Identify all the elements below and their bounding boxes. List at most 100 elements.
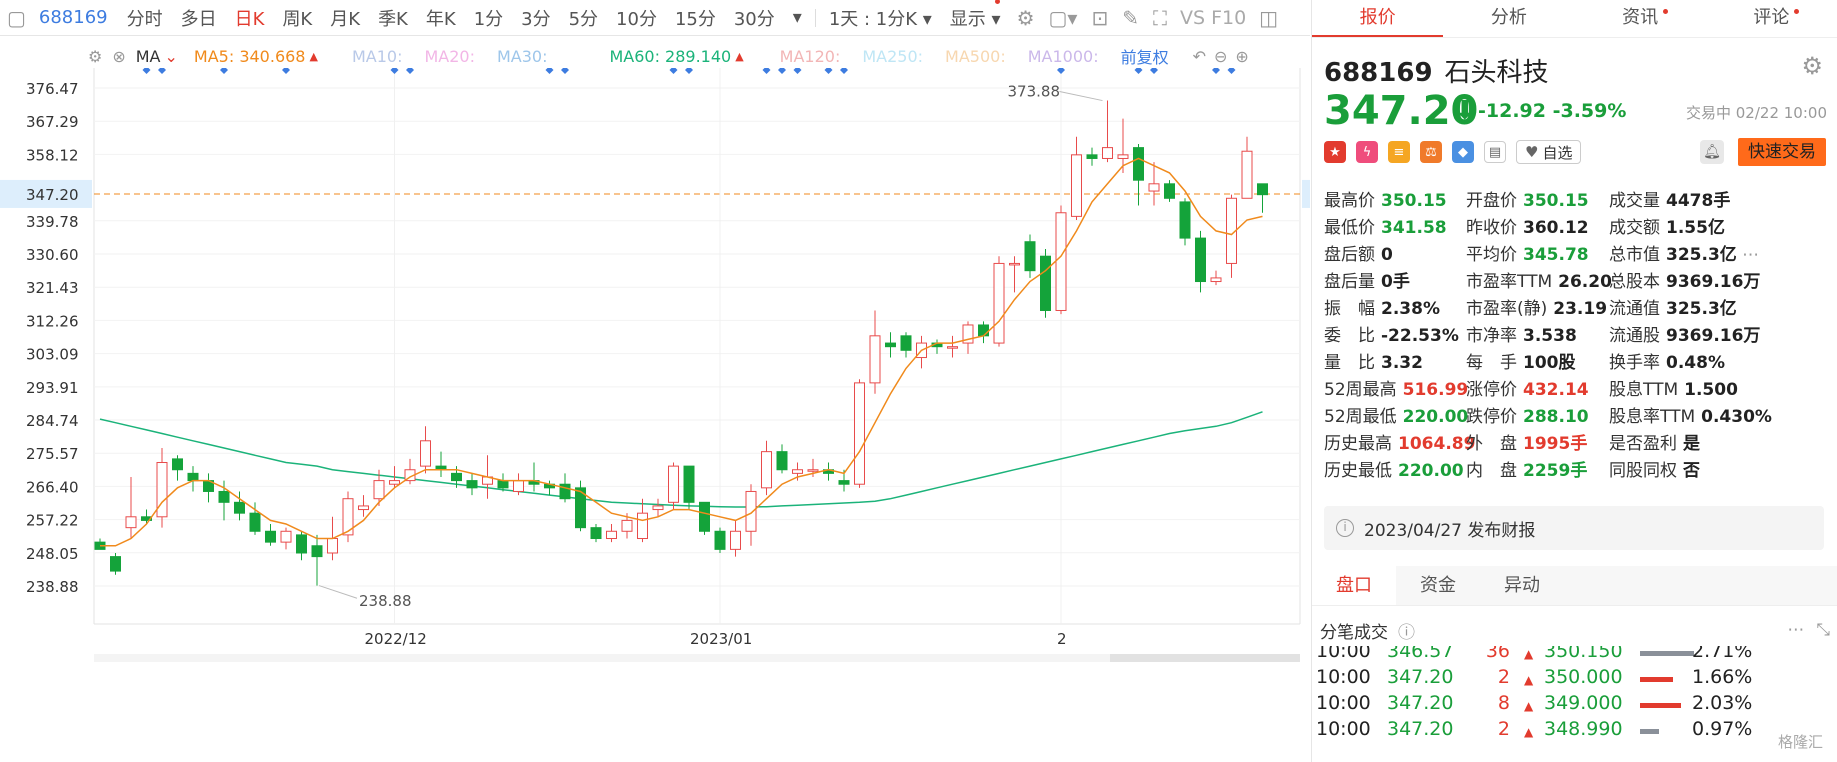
tab-alerts[interactable]: 异动 [1480,566,1564,605]
quick-trade-button[interactable]: 快速交易 [1738,138,1826,166]
stock-code-tab[interactable]: 688169 [33,7,118,28]
candle-body [249,512,261,532]
period-tab[interactable]: 周K [273,5,321,31]
ticks-title: 分笔成交 [1320,622,1388,643]
candle-body [869,335,881,384]
zoom-in-icon[interactable]: ⊕ [1235,47,1248,66]
period-tab[interactable]: 5分 [560,5,607,31]
period-tab[interactable]: 日K [226,5,274,31]
more-icon[interactable]: ⋯ [1787,620,1804,640]
adjust-button[interactable]: 前复权 [1121,44,1169,68]
ma-selector[interactable]: MA [136,47,161,66]
notify-dot [1794,9,1799,14]
candle-body [1040,255,1051,311]
candle-body [1195,237,1206,283]
quote-field: 总市值 325.3亿 ⋯ [1609,240,1759,265]
notify-dot [1662,9,1668,14]
display-menu[interactable]: 显示 ▾ [941,0,1010,31]
period-tab[interactable]: 月K [321,5,369,31]
candle-body [1241,150,1253,199]
candle-body [993,262,1005,344]
price-tag-right [1302,179,1310,208]
panel-toggle-icon[interactable]: ◫ [1252,6,1285,30]
chevron-down-icon[interactable]: ⌄ [165,47,178,66]
tick-row: 10:00 347.20 8 ▲ 349.000 2.03% [1312,692,1837,720]
field-value: 是 [1683,434,1700,454]
candle-body [373,480,385,500]
quote-field: 市盈率(静) 23.19 [1466,294,1607,319]
settings-icon[interactable]: ⚙ [1010,6,1042,30]
candle-body [621,519,633,532]
field-value: 220.00 [1402,407,1469,427]
field-label: 市盈率(静) [1466,299,1548,319]
close-icon[interactable]: ⊗ [112,47,125,66]
tab-quote[interactable]: 报价 [1312,0,1444,37]
zoom-out-icon[interactable]: ⊖ [1214,47,1227,66]
kline-chart[interactable]: 376.47376.47367.29367.29358.12358.12347.… [0,68,1310,762]
period-tab[interactable]: 年K [417,5,465,31]
document-icon[interactable]: ▤ [1484,141,1506,163]
pencil-icon[interactable]: ✎ [1115,6,1146,30]
ticks-list: 10:00 346.57 36 ▲ 350.150 2.71% 10:00 347.20 2 ▲ 3… [1312,646,1837,762]
quote-field: 股息率TTM 0.430% [1609,402,1772,427]
ticks-header: 分笔成交 ⓘ ⋯ ⤡ [1320,616,1830,644]
sidebar-toggle-icon[interactable]: ▢ [0,6,33,30]
tag-icon[interactable]: ◆ [1452,141,1474,163]
coins-icon[interactable]: ≡ [1388,141,1410,163]
ma250-label: MA250: [862,46,924,66]
tab-capital[interactable]: 资金 [1396,566,1480,605]
watchlist-button[interactable]: ♥ 自选 [1516,140,1582,164]
undo-icon[interactable]: ↶ [1193,47,1206,66]
quote-row: 盘后量 0手 市盈率TTM 26.20 总股本 9369.16万 [1324,267,1834,294]
gear-icon[interactable]: ⚙ [1801,52,1823,80]
bell-icon[interactable]: 🔔︎ [1700,140,1724,164]
book-bar [1640,703,1681,708]
scale-icon[interactable]: ⚖ [1420,141,1442,163]
period-tab[interactable]: 分时 [118,5,172,31]
event-marker [561,68,569,74]
ma30-label: MA30: [496,46,548,66]
field-value: 360.12 [1523,218,1589,238]
period-tab[interactable]: 10分 [607,5,666,31]
candle-body [1071,154,1082,217]
period-dropdown[interactable]: ▾ [784,7,811,28]
fullscreen-icon[interactable]: ⛶ [1146,6,1174,30]
period-tab[interactable]: 15分 [666,5,725,31]
candle-body [1009,262,1020,266]
tab-analysis[interactable]: 分析 [1443,0,1574,37]
period-tab[interactable]: 30分 [725,5,784,31]
event-marker [669,68,678,74]
period-tab[interactable]: 1分 [465,5,512,31]
field-value: 4478手 [1666,191,1731,211]
tab-news[interactable]: 资讯 [1575,0,1706,37]
info-icon[interactable]: ⓘ [1398,618,1415,643]
color-box-icon[interactable]: ▢▾ [1042,6,1085,30]
range-select[interactable]: 1天 : 1分K ▾ [820,5,941,31]
field-value: 2259手 [1523,461,1588,481]
field-label: 振 幅 [1324,299,1375,319]
period-tab[interactable]: 3分 [512,5,559,31]
expand-icon[interactable]: ⤡ [1816,620,1830,640]
field-label: 52周最高 [1324,380,1397,400]
period-tab[interactable]: 多日 [172,5,226,31]
earnings-notice[interactable]: i 2023/04/27 发布财报 [1324,506,1824,550]
period-tab[interactable]: 季K [369,5,417,31]
tab-comments[interactable]: 评论 [1706,0,1837,37]
china-flag-icon[interactable]: ★ [1324,141,1346,163]
event-marker [406,68,414,74]
up-triangle-icon: ▲ [309,49,318,63]
settings-icon[interactable]: ⚙ [88,47,102,66]
quote-field: 市净率 3.538 [1466,321,1577,346]
vs-f10-button[interactable]: VS F10 [1174,7,1252,29]
tab-orderbook[interactable]: 盘口 [1312,566,1396,605]
lightning-icon[interactable]: ϟ [1356,141,1378,163]
quote-field: 52周最高 516.99 [1324,375,1468,400]
field-value: 0手 [1381,272,1410,292]
more-icon[interactable]: ⋯ [1737,245,1759,265]
stock-title: 688169 石头科技 [1324,52,1549,89]
ma500-label: MA500: [945,46,1006,66]
candle-body [606,530,617,540]
camera-icon[interactable]: ⊡ [1084,6,1115,30]
scrollbar-thumb[interactable] [1110,654,1300,662]
annotation-line [1059,91,1103,102]
